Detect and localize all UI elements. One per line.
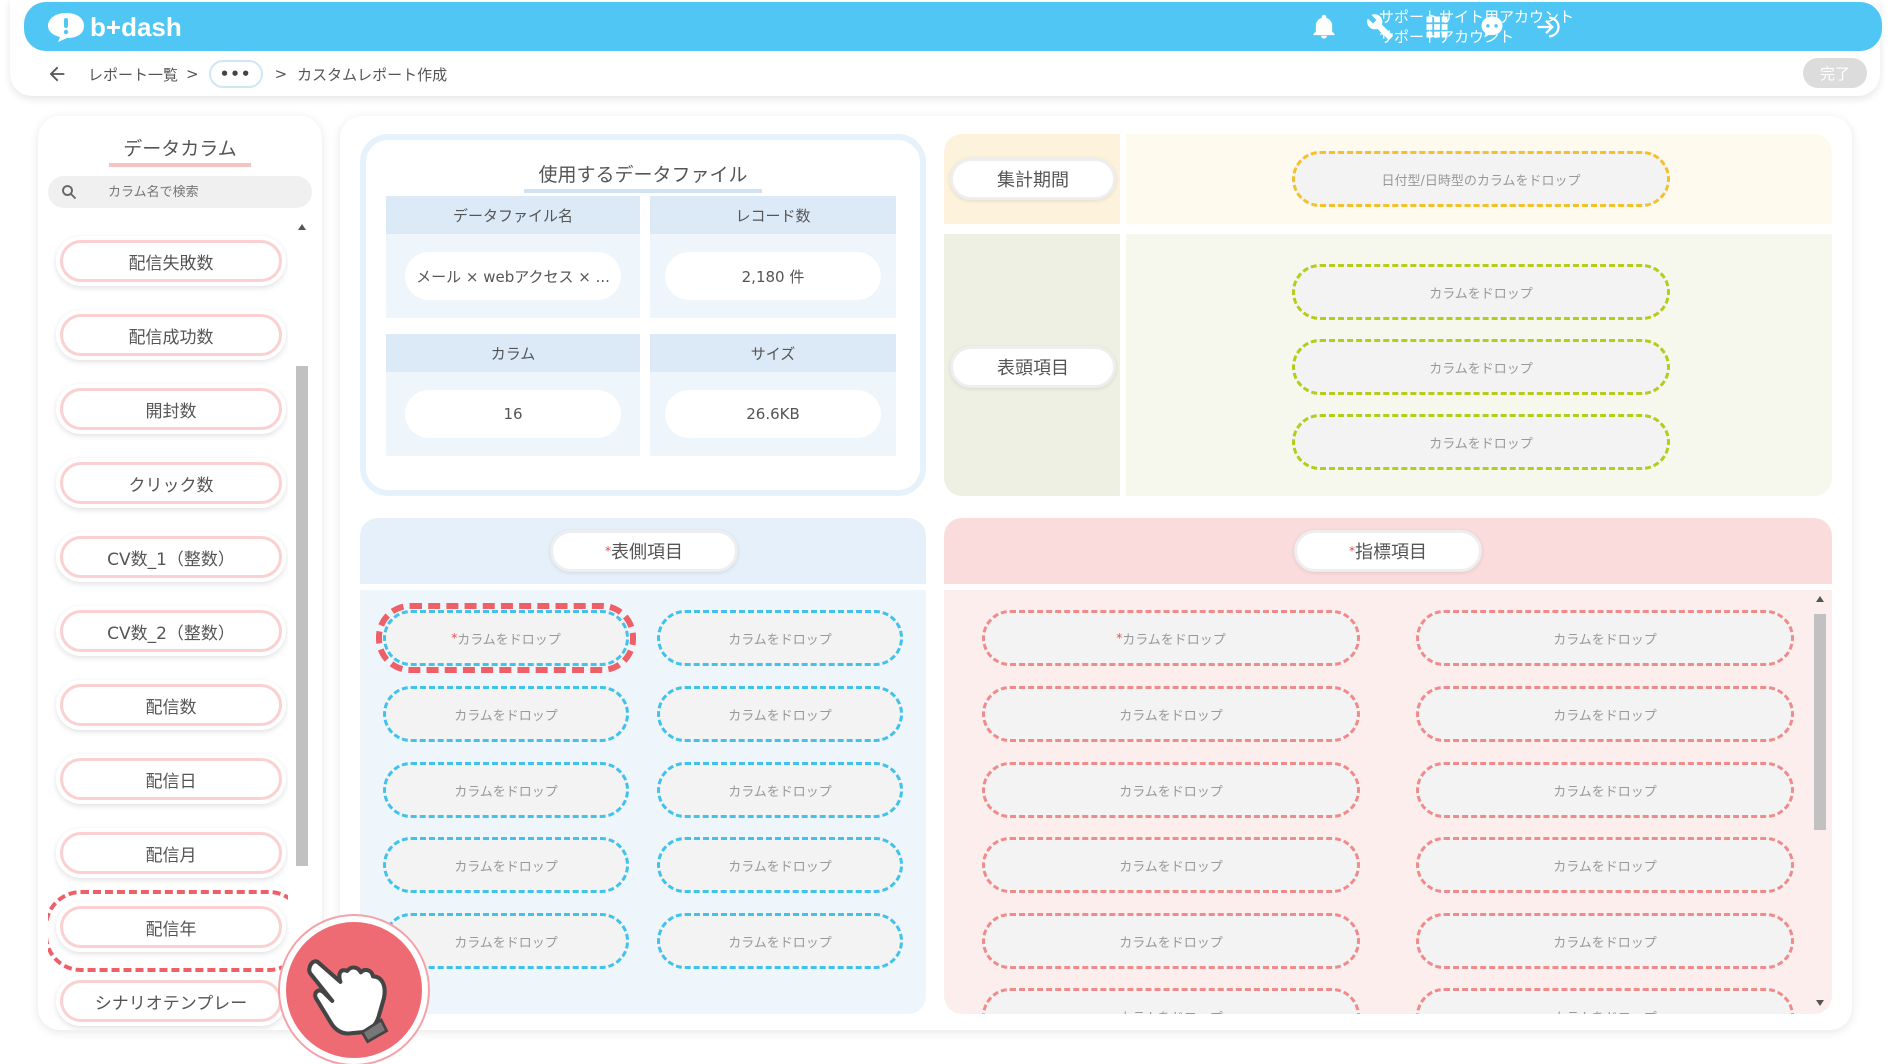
data-column-title: データカラム (38, 134, 322, 167)
column-list-scroll-thumb[interactable] (296, 366, 308, 866)
column-item-label: 配信日 (60, 758, 282, 800)
column-item-label: シナリオテンプレー (60, 980, 282, 1022)
column-item[interactable]: CV数_2（整数） (56, 606, 286, 656)
record-count-value: 2,180 件 (665, 252, 881, 300)
bell-icon[interactable] (1308, 11, 1340, 43)
column-item[interactable]: 配信失敗数 (56, 236, 286, 286)
grid-icon[interactable] (1421, 11, 1453, 43)
metric-item-drop-zone[interactable]: カラムをドロップ (982, 762, 1360, 818)
side-items-label-text: 表側項目 (611, 542, 683, 563)
metric-items-label-text: 指標項目 (1355, 542, 1427, 563)
data-column-panel: データカラム 配信失敗数 配信成功数 開封数 クリック数 CV数_1（整数） C… (38, 116, 322, 1030)
metric-item-drop-zone[interactable]: カラムをドロップ (982, 837, 1360, 893)
logo-text: b+dash (90, 11, 182, 42)
breadcrumb-separator: > (274, 65, 288, 83)
scroll-down-arrow-icon[interactable] (1816, 1000, 1824, 1006)
size-value: 26.6KB (665, 390, 881, 438)
header-item-drop-zone[interactable]: カラムをドロップ (1292, 264, 1670, 320)
side-item-drop-zone[interactable]: カラムをドロップ (657, 610, 903, 666)
metric-item-drop-zone[interactable]: カラムをドロップ (1416, 988, 1794, 1014)
done-button[interactable]: 完了 (1803, 58, 1867, 88)
side-item-drop-zone[interactable]: カラムをドロップ (657, 837, 903, 893)
logout-icon[interactable] (1532, 11, 1564, 43)
column-item[interactable]: 配信月 (56, 828, 286, 878)
column-item-label: 配信失敗数 (60, 240, 282, 282)
side-item-drop-zone[interactable]: カラムをドロップ (383, 686, 629, 742)
column-item-label: 配信年 (60, 906, 282, 948)
column-item-selected[interactable]: 配信年 (48, 890, 288, 972)
breadcrumb-ellipsis-button[interactable]: ••• (208, 60, 263, 88)
metric-scroll-thumb[interactable] (1814, 614, 1826, 830)
side-item-drop-zone[interactable]: カラムをドロップ (657, 762, 903, 818)
brand-logo[interactable]: b+dash (46, 10, 182, 44)
file-name-value: メール × webアクセス × ... (405, 252, 621, 300)
hand-glyph (307, 959, 389, 1044)
column-item[interactable]: 配信日 (56, 754, 286, 804)
column-list: 配信失敗数 配信成功数 開封数 クリック数 CV数_1（整数） CV数_2（整数… (48, 220, 288, 1030)
metric-items-overflow: カラムをドロップ カラムをドロップ (944, 986, 1814, 1014)
scroll-up-arrow-icon[interactable] (298, 224, 306, 230)
period-label: 集計期間 (950, 158, 1116, 200)
metric-item-drop-zone[interactable]: カラムをドロップ (982, 686, 1360, 742)
side-item-drop-zone[interactable]: カラムをドロップ (383, 837, 629, 893)
speech-bubble-logo-icon (48, 13, 84, 42)
metric-items-label: * 指標項目 (1294, 530, 1482, 572)
metric-item-drop-zone[interactable]: カラムをドロップ (1416, 762, 1794, 818)
period-drop-zone[interactable]: 日付型/日時型のカラムをドロップ (1292, 151, 1670, 207)
breadcrumb: レポート一覧 > ••• > カスタムレポート作成 (46, 58, 455, 90)
metric-item-drop-zone[interactable]: カラムをドロップ (1416, 686, 1794, 742)
metric-item-drop-zone[interactable]: * カラムをドロップ (982, 610, 1360, 666)
column-search-input[interactable] (108, 184, 288, 200)
drop-target-highlight (376, 603, 636, 673)
column-item[interactable]: 配信数 (56, 680, 286, 730)
header-items-label: 表頭項目 (950, 346, 1116, 388)
drop-zone-label: カラムをドロップ (1122, 632, 1226, 648)
column-item-label: 配信成功数 (60, 314, 282, 356)
data-column-title-text: データカラム (109, 134, 251, 167)
app-header: b+dash サポートサイト用アカウント サポートアカウント レポート一覧 > … (10, 0, 1882, 96)
top-navigation-bar: b+dash サポートサイト用アカウント サポートアカウント (24, 2, 1882, 51)
metric-item-drop-zone[interactable]: カラムをドロップ (982, 913, 1360, 969)
scroll-up-arrow-icon[interactable] (1816, 596, 1824, 602)
data-file-title: 使用するデータファイル (366, 160, 920, 193)
column-count-value: 16 (405, 390, 621, 438)
header-item-drop-zone[interactable]: カラムをドロップ (1292, 414, 1670, 470)
data-file-card: 使用するデータファイル データファイル名 レコード数 メール × webアクセス… (360, 134, 926, 496)
side-item-drop-zone[interactable]: カラムをドロップ (657, 913, 903, 969)
column-item-label: 配信数 (60, 684, 282, 726)
metric-item-drop-zone[interactable]: カラムをドロップ (1416, 913, 1794, 969)
search-icon (62, 185, 76, 199)
data-file-title-text: 使用するデータファイル (524, 160, 762, 193)
record-count-header: レコード数 (650, 196, 896, 234)
column-search-box[interactable] (48, 176, 312, 208)
header-item-drop-zone[interactable]: カラムをドロップ (1292, 339, 1670, 395)
pointing-hand-icon (280, 916, 428, 1064)
column-item[interactable]: 配信成功数 (56, 310, 286, 360)
breadcrumb-separator: > (186, 65, 199, 83)
side-item-drop-zone[interactable]: カラムをドロップ (383, 762, 629, 818)
back-arrow-icon[interactable] (46, 63, 68, 85)
column-item[interactable]: 開封数 (56, 384, 286, 434)
metric-item-drop-zone[interactable]: カラムをドロップ (1416, 610, 1794, 666)
support-bot-icon[interactable] (1476, 11, 1508, 43)
column-item-label: CV数_1（整数） (60, 536, 282, 578)
column-count-header: カラム (386, 334, 640, 372)
breadcrumb-current-page: カスタムレポート作成 (297, 65, 448, 84)
column-item[interactable]: クリック数 (56, 458, 286, 508)
column-item[interactable]: シナリオテンプレー (56, 976, 286, 1026)
side-items-label: * 表側項目 (550, 530, 738, 572)
breadcrumb-report-list[interactable]: レポート一覧 (88, 64, 178, 85)
side-item-drop-zone[interactable]: カラムをドロップ (657, 686, 903, 742)
column-item-label: 配信月 (60, 832, 282, 874)
metric-item-drop-zone[interactable]: カラムをドロップ (982, 988, 1360, 1014)
wrench-icon[interactable] (1364, 11, 1396, 43)
column-item[interactable]: CV数_1（整数） (56, 532, 286, 582)
column-item-label: クリック数 (60, 462, 282, 504)
column-item-label: CV数_2（整数） (60, 610, 282, 652)
column-item-label: 開封数 (60, 388, 282, 430)
report-builder-panel: 使用するデータファイル データファイル名 レコード数 メール × webアクセス… (340, 116, 1852, 1030)
size-header: サイズ (650, 334, 896, 372)
file-name-header: データファイル名 (386, 196, 640, 234)
metric-item-drop-zone[interactable]: カラムをドロップ (1416, 837, 1794, 893)
